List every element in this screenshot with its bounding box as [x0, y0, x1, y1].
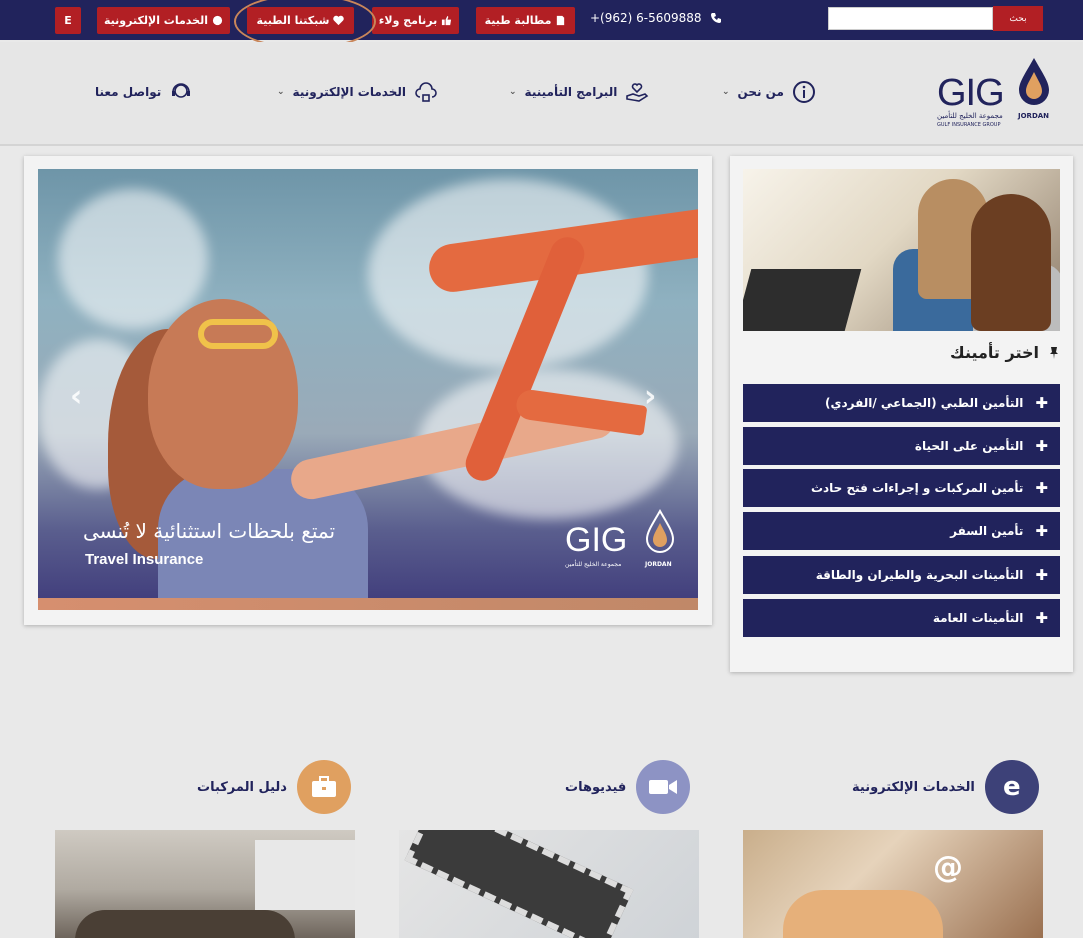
- logo-brand: GIG: [937, 72, 1005, 114]
- ie-icon: [212, 15, 223, 26]
- flame-drop-icon: [645, 509, 675, 553]
- section-eservices[interactable]: الخدمات الإلكترونية e: [852, 760, 1039, 814]
- search-button[interactable]: بحث: [993, 6, 1043, 31]
- gig-logo[interactable]: GIG مجموعة الخليج للتأمين GULF INSURANCE…: [934, 54, 1054, 132]
- eservices-top-button[interactable]: الخدمات الإلكترونية: [97, 7, 230, 34]
- plus-icon: ✚: [1035, 522, 1048, 540]
- accordion-general[interactable]: التأمينات العامة ✚: [743, 599, 1060, 637]
- slide-logo: GIG مجموعة الخليج للتأمين JORDAN: [563, 509, 683, 579]
- phone-icon: [710, 13, 721, 24]
- nav-contact-label: تواصل معنا: [95, 85, 162, 99]
- logo-english-name: GULF INSURANCE GROUP: [937, 122, 1001, 128]
- logo-country: JORDAN: [1018, 112, 1050, 120]
- nav-eservices-label: الخدمات الإلكترونية: [292, 85, 406, 99]
- thumbs-up-icon: [442, 15, 452, 26]
- top-bar: E الخدمات الإلكترونية شبكتنا الطبية برنا…: [0, 0, 1083, 40]
- nav-eservices[interactable]: ⌄ الخدمات الإلكترونية: [277, 80, 438, 104]
- flame-drop-icon: [1019, 58, 1049, 105]
- logo-arabic-name: مجموعة الخليج للتأمين: [937, 112, 1003, 120]
- accordion-motor[interactable]: تأمين المركبات و إجراءات فتح حادث ✚: [743, 469, 1060, 507]
- plus-icon: ✚: [1035, 609, 1048, 627]
- nav-about-label: من نحن: [737, 85, 784, 99]
- choose-insurance-title: اختر تأمينك: [950, 343, 1061, 362]
- accordion-life[interactable]: التأمين على الحياة ✚: [743, 427, 1060, 465]
- document-icon: [557, 15, 565, 26]
- search-input[interactable]: [828, 7, 993, 30]
- slide-arabic-caption: تمتع بلحظات استثنائية لا تُنسى: [83, 519, 336, 543]
- loyalty-program-button[interactable]: برنامج ولاء: [372, 7, 459, 34]
- chevron-down-icon: ⌄: [509, 87, 517, 97]
- section-vehicles-guide[interactable]: دليل المركبات: [197, 760, 351, 814]
- cloud-lock-icon: [415, 82, 437, 102]
- slide-travel-insurance[interactable]: تمتع بلحظات استثنائية لا تُنسى Travel In…: [38, 169, 698, 610]
- nav-insurance-programs[interactable]: ⌄ البرامج التأمينية: [509, 80, 649, 104]
- phone-number: +(962) 6-5609888: [590, 11, 722, 25]
- plus-icon: ✚: [1035, 437, 1048, 455]
- language-button[interactable]: E: [55, 7, 81, 34]
- pin-icon: [1050, 346, 1058, 359]
- briefcase-icon: [296, 760, 351, 814]
- choose-insurance-panel: اختر تأمينك التأمين الطبي (الجماعي /الفر…: [730, 156, 1073, 672]
- info-icon: [792, 81, 815, 103]
- chevron-down-icon: ⌄: [722, 87, 730, 97]
- slider-next-arrow[interactable]: ›: [644, 379, 656, 414]
- headset-icon: [172, 83, 191, 98]
- slide-english-caption: Travel Insurance: [85, 551, 204, 568]
- plus-icon: ✚: [1035, 479, 1048, 497]
- eservices-image[interactable]: @: [743, 830, 1043, 938]
- accordion-medical[interactable]: التأمين الطبي (الجماعي /الفردي) ✚: [743, 384, 1060, 422]
- couple-photo: [743, 169, 1060, 331]
- video-camera-icon: [636, 760, 691, 814]
- main-header: GIG مجموعة الخليج للتأمين GULF INSURANCE…: [0, 42, 1083, 146]
- videos-image[interactable]: [399, 830, 699, 938]
- heart-icon: [333, 15, 345, 26]
- ie-icon: e: [984, 760, 1039, 814]
- plus-icon: ✚: [1035, 394, 1048, 412]
- section-videos[interactable]: فيديوهات: [565, 760, 691, 814]
- accordion-travel[interactable]: تأمين السفر ✚: [743, 512, 1060, 550]
- medical-network-button[interactable]: شبكتنا الطبية: [247, 7, 354, 34]
- chevron-down-icon: ⌄: [277, 87, 285, 97]
- medical-claim-button[interactable]: مطالبة طبية: [476, 7, 575, 34]
- plus-icon: ✚: [1035, 566, 1048, 584]
- vehicles-guide-image[interactable]: [55, 830, 355, 938]
- hand-heart-icon: [626, 83, 649, 102]
- slider-prev-arrow[interactable]: ‹: [70, 379, 82, 414]
- accordion-marine[interactable]: التأمينات البحرية والطيران والطاقة ✚: [743, 556, 1060, 594]
- nav-about[interactable]: ⌄ من نحن: [722, 80, 816, 104]
- hero-slider: تمتع بلحظات استثنائية لا تُنسى Travel In…: [24, 156, 712, 625]
- nav-contact[interactable]: تواصل معنا: [95, 80, 193, 104]
- nav-programs-label: البرامج التأمينية: [524, 85, 618, 99]
